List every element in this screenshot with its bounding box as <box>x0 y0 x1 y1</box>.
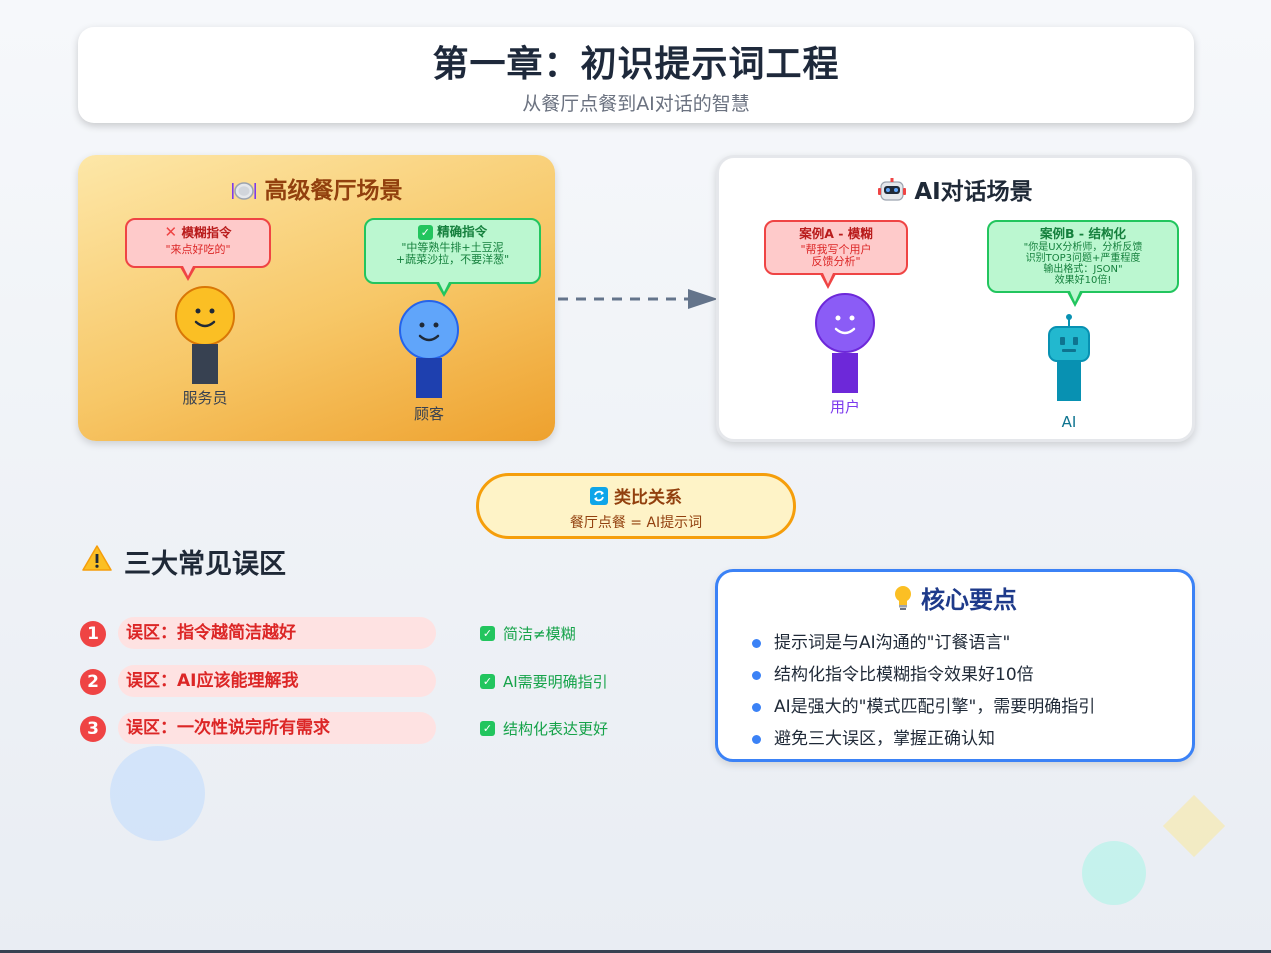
misconceptions-title: 三大常见误区 <box>82 542 286 581</box>
decor-circle-blue <box>110 746 205 841</box>
refresh-icon <box>590 487 608 510</box>
ai-label: AI <box>1061 413 1077 431</box>
decor-circle-teal <box>1082 841 1146 905</box>
misconception-text: 误区：指令越简洁越好 <box>118 617 436 649</box>
customer-figure <box>398 300 460 404</box>
cross-icon: ✕ <box>164 223 178 241</box>
misconception-fix: ✓ 结构化表达更好 <box>480 718 608 739</box>
scene-arrow <box>556 288 720 314</box>
misconception-fix: ✓ AI需要明确指引 <box>480 671 608 692</box>
check-icon: ✓ <box>480 674 495 689</box>
key-points-title: 核心要点 <box>921 586 1017 614</box>
key-point-item: AI是强大的"模式匹配引擎"，需要明确指引 <box>752 691 1192 723</box>
page-title: 第一章：初识提示词工程 <box>432 44 840 85</box>
precise-instruction-bubble: ✓ 精确指令 "中等熟牛排+土豆泥 +蔬菜沙拉，不要洋葱" <box>364 218 541 284</box>
misconception-text: 误区：AI应该能理解我 <box>118 665 436 697</box>
key-points-card: 核心要点 提示词是与AI沟通的"订餐语言" 结构化指令比模糊指令效果好10倍 A… <box>715 569 1195 762</box>
decor-diamond <box>1162 794 1226 858</box>
misconception-row: 3 误区：一次性说完所有需求 ✓ 结构化表达更好 <box>80 712 640 746</box>
user-figure <box>814 292 876 398</box>
check-icon: ✓ <box>417 225 433 240</box>
misconception-row: 1 误区：指令越简洁越好 ✓ 简洁≠模糊 <box>80 617 640 651</box>
misconception-fix: ✓ 简洁≠模糊 <box>480 623 576 644</box>
number-badge: 2 <box>80 669 106 695</box>
key-point-item: 提示词是与AI沟通的"订餐语言" <box>752 627 1192 659</box>
ai-panel: AI对话场景 案例A - 模糊 "帮我写个用户 反馈分析" 案例B - 结构化 … <box>716 155 1195 442</box>
key-points-list: 提示词是与AI沟通的"订餐语言" 结构化指令比模糊指令效果好10倍 AI是强大的… <box>718 627 1192 755</box>
restaurant-panel: 高级餐厅场景 ✕ 模糊指令 "来点好吃的" ✓ 精确指令 "中等熟牛排+土豆泥 … <box>78 155 555 441</box>
case-b-bubble: 案例B - 结构化 "你是UX分析师，分析反馈 识别TOP3问题+严重程度 输出… <box>987 220 1179 293</box>
customer-label: 顾客 <box>413 405 444 423</box>
key-point-item: 结构化指令比模糊指令效果好10倍 <box>752 659 1192 691</box>
number-badge: 1 <box>80 621 106 647</box>
analogy-card: 类比关系 餐厅点餐 = AI提示词 <box>476 473 796 539</box>
page-subtitle: 从餐厅点餐到AI对话的智慧 <box>522 93 750 115</box>
robot-icon <box>878 177 907 209</box>
user-label: 用户 <box>829 398 860 416</box>
analogy-title: 类比关系 <box>614 488 682 508</box>
key-point-item: 避免三大误区，掌握正确认知 <box>752 723 1192 755</box>
warning-icon <box>82 544 112 579</box>
vague-instruction-bubble: ✕ 模糊指令 "来点好吃的" <box>125 218 271 268</box>
plate-icon <box>231 179 257 207</box>
case-a-bubble: 案例A - 模糊 "帮我写个用户 反馈分析" <box>764 220 908 275</box>
ai-robot-figure <box>1046 313 1092 407</box>
vague-instruction-text: "来点好吃的" <box>165 243 231 256</box>
check-icon: ✓ <box>480 626 495 641</box>
misconception-row: 2 误区：AI应该能理解我 ✓ AI需要明确指引 <box>80 665 640 699</box>
header-card: 第一章：初识提示词工程 从餐厅点餐到AI对话的智慧 <box>78 27 1194 123</box>
ai-title: AI对话场景 <box>719 172 1192 209</box>
waiter-label: 服务员 <box>182 389 228 407</box>
lightbulb-icon <box>893 585 913 617</box>
misconception-text: 误区：一次性说完所有需求 <box>118 712 436 744</box>
check-icon: ✓ <box>480 721 495 736</box>
restaurant-title: 高级餐厅场景 <box>78 171 555 207</box>
waiter-figure <box>174 286 236 390</box>
number-badge: 3 <box>80 716 106 742</box>
analogy-text: 餐厅点餐 = AI提示词 <box>569 515 703 531</box>
